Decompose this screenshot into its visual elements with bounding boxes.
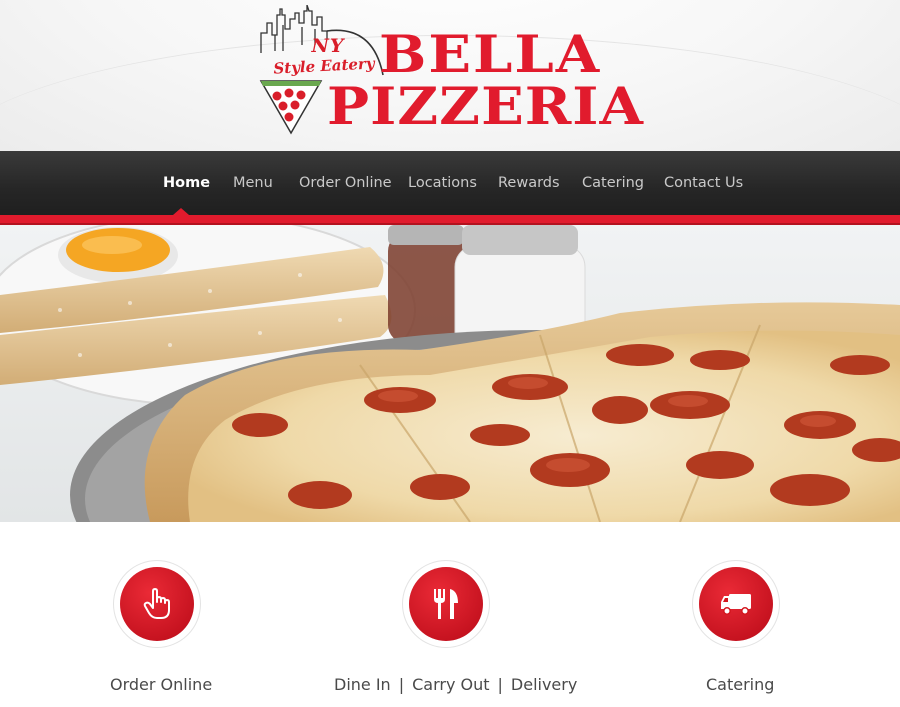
dine-in-icon-button[interactable] <box>402 560 490 648</box>
active-nav-indicator <box>173 208 189 215</box>
site-header: NY Style Eatery BELLA PIZZERIA <box>0 0 900 151</box>
accent-stripe <box>0 215 900 225</box>
logo-name-line2: PIZZERIA <box>327 76 644 138</box>
pointing-hand-icon <box>143 588 170 619</box>
nav-item-catering[interactable]: Catering <box>582 175 644 191</box>
bella-pizzeria-logo[interactable]: NY Style Eatery BELLA PIZZERIA <box>255 5 643 145</box>
logo-badge-text: NY <box>311 35 345 57</box>
catering-icon-button[interactable] <box>692 560 780 648</box>
nav-item-menu[interactable]: Menu <box>233 175 273 191</box>
separator: | <box>497 675 503 694</box>
dine-in-circle <box>409 567 483 641</box>
catering-circle <box>699 567 773 641</box>
service-options-label: Dine In | Carry Out | Delivery <box>334 675 577 694</box>
order-online-circle <box>120 567 194 641</box>
nav-item-order-online[interactable]: Order Online <box>299 175 392 191</box>
nav-item-rewards[interactable]: Rewards <box>498 175 560 191</box>
catering-label[interactable]: Catering <box>706 675 774 694</box>
delivery-link[interactable]: Delivery <box>511 675 577 694</box>
order-online-label[interactable]: Order Online <box>110 675 212 694</box>
nav-item-home[interactable]: Home <box>163 175 210 191</box>
pizza-photo <box>0 225 900 522</box>
features-section: Order Online Dine In | Carry Out | Delivery … <box>0 522 900 707</box>
delivery-truck-icon <box>721 594 751 615</box>
dine-in-link[interactable]: Dine In <box>334 675 391 694</box>
separator: | <box>398 675 405 694</box>
nav-item-contact-us[interactable]: Contact Us <box>664 175 743 191</box>
hero-image <box>0 225 900 522</box>
nav-item-locations[interactable]: Locations <box>408 175 477 191</box>
order-online-icon-button[interactable] <box>113 560 201 648</box>
main-navigation-bar: Home Menu Order Online Locations Rewards… <box>0 151 900 215</box>
carry-out-link[interactable]: Carry Out <box>412 675 489 694</box>
logo-name-line1: BELLA <box>379 24 602 86</box>
main-nav: Home Menu Order Online Locations Rewards… <box>0 151 900 215</box>
fork-knife-icon <box>434 589 458 619</box>
